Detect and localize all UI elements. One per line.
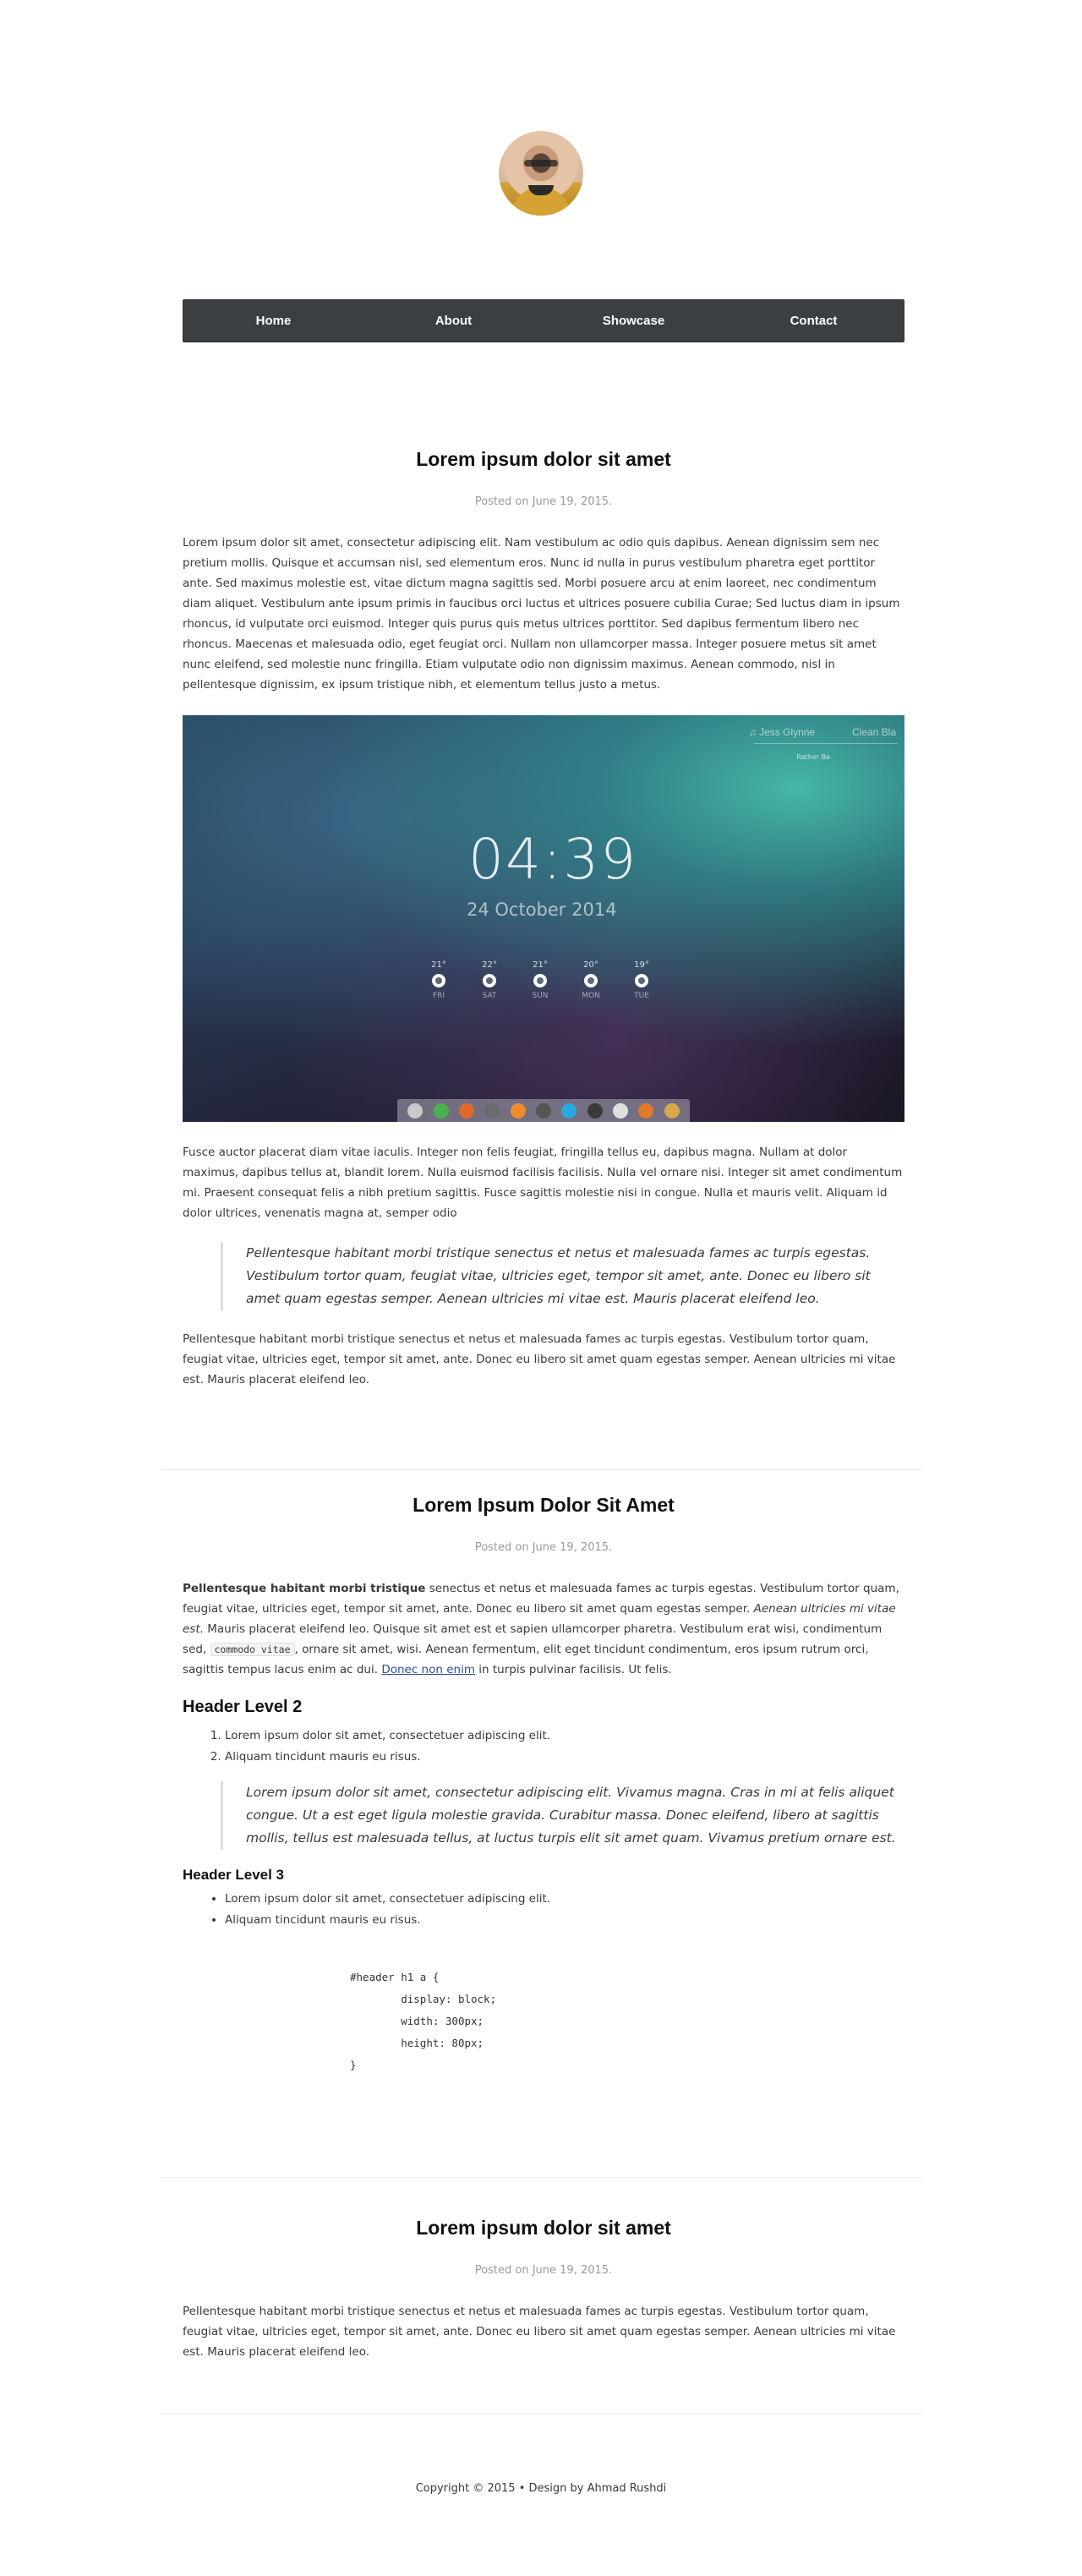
- post-1: Lorem ipsum dolor sit amet Posted on Jun…: [183, 446, 904, 1390]
- weather-icon: [533, 974, 547, 987]
- weather-icon: [432, 974, 445, 987]
- post-2: Lorem Ipsum Dolor Sit Amet Posted on Jun…: [183, 1492, 904, 2076]
- post-paragraph: Fusce auctor placerat diam vitae iaculis…: [183, 1146, 903, 1220]
- post-paragraph: Pellentesque habitant morbi tristique se…: [183, 1332, 896, 1386]
- dock-app-icon: [561, 1102, 577, 1118]
- list-item: Aliquam tincidunt mauris eu risus.: [225, 1747, 904, 1768]
- dock-app-icon: [510, 1102, 526, 1118]
- ordered-list: Lorem ipsum dolor sit amet, consectetuer…: [183, 1726, 904, 1768]
- text-run: in turpis pulvinar facilisis. Ut felis.: [475, 1663, 672, 1676]
- list-item: Lorem ipsum dolor sit amet, consectetuer…: [225, 1889, 904, 1910]
- avatar-glasses: [524, 160, 558, 167]
- footer: Copyright © 2015 • Design by Ahmad Rushd…: [415, 2482, 667, 2495]
- dock-app-icon: [535, 1102, 551, 1118]
- dock-app-icon: [458, 1102, 474, 1118]
- screenshot-date: 24 October 2014: [467, 900, 617, 920]
- post-screenshot-image: ♫ Jess Glynne Clean Bla Rather Be 04:39 …: [183, 715, 904, 1122]
- post-title[interactable]: Lorem ipsum dolor sit amet: [183, 2215, 904, 2240]
- main-nav: Home About Showcase Contact: [183, 299, 904, 342]
- dock-app-icon: [613, 1102, 629, 1118]
- code-block: #header h1 a { display: block; width: 30…: [350, 1971, 497, 2071]
- weather-icon: [635, 974, 648, 987]
- nav-home-link[interactable]: Home: [189, 311, 358, 331]
- screenshot-user: ♫ Jess Glynne: [748, 726, 816, 738]
- screenshot-theme: Clean Bla: [851, 726, 896, 738]
- nav-showcase-link[interactable]: Showcase: [549, 311, 719, 331]
- inline-link[interactable]: Donec non enim: [381, 1663, 475, 1676]
- dock-app-icon: [638, 1102, 654, 1118]
- weather-day: 21° SUN: [532, 960, 549, 1000]
- dock-app-icon: [587, 1102, 603, 1118]
- bold-text: Pellentesque habitant morbi tristique: [183, 1582, 426, 1595]
- post-blockquote: Pellentesque habitant morbi tristique se…: [221, 1242, 904, 1310]
- dock-app-icon: [484, 1102, 500, 1118]
- screenshot-subtitle: Rather Be: [796, 753, 830, 761]
- post-blockquote: Lorem ipsum dolor sit amet, consectetur …: [221, 1781, 904, 1850]
- post-3: Lorem ipsum dolor sit amet Posted on Jun…: [183, 2215, 904, 2362]
- post-divider: [161, 2414, 921, 2415]
- weather-icon: [483, 974, 496, 987]
- weather-day: 22° SAT: [482, 960, 497, 1000]
- post-date: Posted on June 19, 2015.: [474, 1541, 613, 1554]
- inline-code: commodo vitae: [210, 1643, 295, 1656]
- dock-app-icon: [664, 1102, 680, 1118]
- post-title[interactable]: Lorem ipsum dolor sit amet: [183, 446, 904, 472]
- post-date: Posted on June 19, 2015.: [474, 495, 613, 508]
- weather-day: 21° FRI: [431, 960, 446, 1000]
- list-item: Lorem ipsum dolor sit amet, consectetuer…: [225, 1726, 904, 1747]
- avatar[interactable]: [499, 131, 583, 216]
- nav-about-link[interactable]: About: [369, 311, 538, 331]
- dock-app-icon: [407, 1102, 424, 1118]
- screenshot-dock: [397, 1099, 690, 1122]
- screenshot-clock: 04:39: [468, 827, 638, 892]
- screenshot-topbar: ♫ Jess Glynne Clean Bla: [715, 722, 896, 742]
- screenshot-topline: [754, 743, 898, 744]
- page: Home About Showcase Contact Lorem ipsum …: [0, 0, 1082, 2576]
- weather-icon: [584, 974, 598, 987]
- post-paragraph: Pellentesque habitant morbi tristique se…: [183, 1578, 904, 1680]
- screenshot-weather: 21° FRI 22° SAT 21° SUN 20° MON 19° TUE: [426, 960, 654, 1001]
- post-date: Posted on June 19, 2015.: [474, 2264, 613, 2277]
- post-divider: [161, 1469, 921, 1470]
- header-level-2: Header Level 2: [183, 1698, 303, 1716]
- post-divider: [161, 2177, 921, 2178]
- weather-day: 19° TUE: [634, 960, 649, 1000]
- post-paragraph: Pellentesque habitant morbi tristique se…: [183, 2305, 896, 2359]
- post-paragraph: Lorem ipsum dolor sit amet, consectetur …: [183, 536, 900, 692]
- post-title[interactable]: Lorem Ipsum Dolor Sit Amet: [183, 1492, 904, 1518]
- header-level-3: Header Level 3: [183, 1867, 285, 1883]
- list-item: Aliquam tincidunt mauris eu risus.: [225, 1910, 904, 1931]
- unordered-list: Lorem ipsum dolor sit amet, consectetuer…: [183, 1889, 904, 1931]
- dock-app-icon: [433, 1102, 449, 1118]
- weather-day: 20° MON: [582, 960, 600, 1000]
- nav-contact-link[interactable]: Contact: [730, 311, 899, 331]
